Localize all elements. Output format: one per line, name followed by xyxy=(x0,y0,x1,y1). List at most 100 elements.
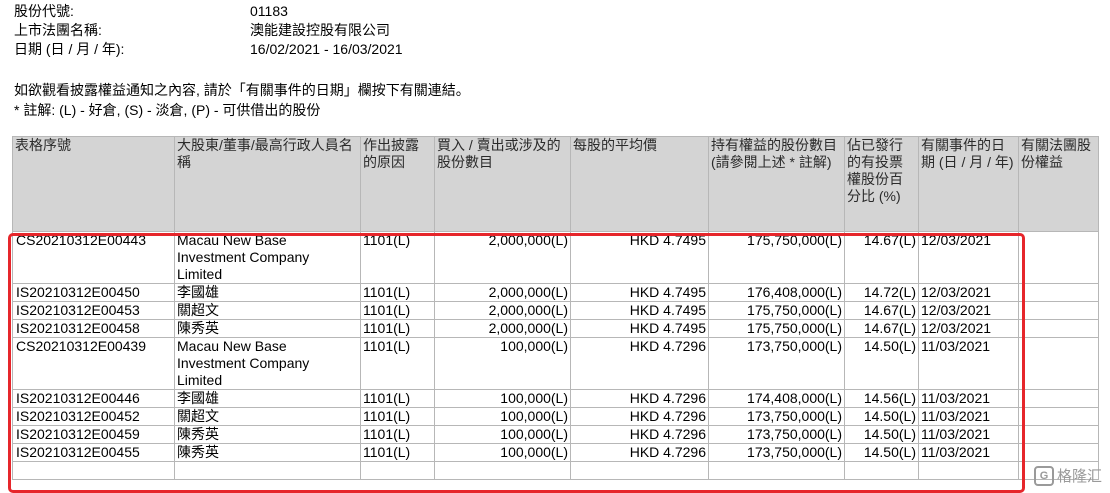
related-interest xyxy=(1018,319,1099,338)
average-price: HKD 4.7296 xyxy=(570,337,709,390)
event-date-link[interactable]: 11/03/2021 xyxy=(918,443,1019,462)
partial-cell xyxy=(844,461,919,480)
shares-involved: 2,000,000(L) xyxy=(434,231,571,284)
holder-name: 陳秀英 xyxy=(174,319,361,338)
header-related-interest: 有關法團股份權益 xyxy=(1018,136,1099,232)
average-price: HKD 4.7495 xyxy=(570,231,709,284)
holder-name: 李國雄 xyxy=(174,283,361,302)
holder-name: 關超文 xyxy=(174,301,361,320)
shares-held: 176,408,000(L) xyxy=(708,283,845,302)
reason-code: 1101(L) xyxy=(360,425,435,444)
table-row: IS20210312E00458 陳秀英 1101(L) 2,000,000(L… xyxy=(12,319,1099,338)
reason-code: 1101(L) xyxy=(360,389,435,408)
form-serial-link[interactable]: IS20210312E00452 xyxy=(12,407,175,426)
shares-held: 174,408,000(L) xyxy=(708,389,845,408)
average-price: HKD 4.7495 xyxy=(570,301,709,320)
header-reason: 作出披露的原因 xyxy=(360,136,435,232)
header-form-serial: 表格序號 xyxy=(12,136,175,232)
shares-held: 175,750,000(L) xyxy=(708,231,845,284)
company-value: 澳能建設控股有限公司 xyxy=(250,22,390,38)
form-serial-link[interactable]: CS20210312E00439 xyxy=(12,337,175,390)
partial-cell xyxy=(434,461,571,480)
reason-code: 1101(L) xyxy=(360,443,435,462)
average-price: HKD 4.7495 xyxy=(570,319,709,338)
watermark: G 格隆汇 xyxy=(1033,465,1102,486)
shares-involved: 100,000(L) xyxy=(434,425,571,444)
form-serial-link[interactable]: IS20210312E00450 xyxy=(12,283,175,302)
partial-cell xyxy=(918,461,1019,480)
related-interest xyxy=(1018,425,1099,444)
form-serial-link[interactable]: IS20210312E00455 xyxy=(12,443,175,462)
holder-name: Macau New Base Investment Company Limite… xyxy=(174,231,361,284)
event-date-link[interactable]: 12/03/2021 xyxy=(918,283,1019,302)
percentage: 14.50(L) xyxy=(844,407,919,426)
related-interest xyxy=(1018,301,1099,320)
average-price: HKD 4.7495 xyxy=(570,283,709,302)
percentage: 14.67(L) xyxy=(844,301,919,320)
percentage: 14.50(L) xyxy=(844,443,919,462)
related-interest xyxy=(1018,407,1099,426)
event-date-link[interactable]: 11/03/2021 xyxy=(918,337,1019,390)
header-shares-held: 持有權益的股份數目 (請參閱上述 * 註解) xyxy=(708,136,845,232)
partial-cell xyxy=(12,461,175,480)
event-date-link[interactable]: 12/03/2021 xyxy=(918,231,1019,284)
related-interest xyxy=(1018,283,1099,302)
form-serial-link[interactable]: IS20210312E00458 xyxy=(12,319,175,338)
partial-cell xyxy=(570,461,709,480)
shares-involved: 2,000,000(L) xyxy=(434,319,571,338)
form-serial-link[interactable]: IS20210312E00459 xyxy=(12,425,175,444)
event-date-link[interactable]: 11/03/2021 xyxy=(918,407,1019,426)
form-serial-link[interactable]: IS20210312E00446 xyxy=(12,389,175,408)
percentage: 14.67(L) xyxy=(844,319,919,338)
header-holder-name: 大股東/董事/最高行政人員名稱 xyxy=(174,136,361,232)
company-row: 上市法團名稱: 澳能建設控股有限公司 xyxy=(14,21,403,40)
event-date-link[interactable]: 12/03/2021 xyxy=(918,301,1019,320)
table-row: IS20210312E00455 陳秀英 1101(L) 100,000(L) … xyxy=(12,443,1099,462)
holder-name: 關超文 xyxy=(174,407,361,426)
related-interest xyxy=(1018,389,1099,408)
average-price: HKD 4.7296 xyxy=(570,407,709,426)
partial-cell xyxy=(708,461,845,480)
notice-line-instructions: 如欲觀看披露權益通知之內容, 請於「有關事件的日期」欄按下有關連結。 xyxy=(14,82,470,98)
shares-held: 173,750,000(L) xyxy=(708,407,845,426)
shares-involved: 100,000(L) xyxy=(434,443,571,462)
event-date-link[interactable]: 11/03/2021 xyxy=(918,389,1019,408)
event-date-link[interactable]: 12/03/2021 xyxy=(918,319,1019,338)
shares-held: 173,750,000(L) xyxy=(708,425,845,444)
form-serial-link[interactable]: CS20210312E00443 xyxy=(12,231,175,284)
holder-name: 陳秀英 xyxy=(174,443,361,462)
reason-code: 1101(L) xyxy=(360,319,435,338)
holder-name: 陳秀英 xyxy=(174,425,361,444)
percentage: 14.72(L) xyxy=(844,283,919,302)
percentage: 14.50(L) xyxy=(844,425,919,444)
header-percentage: 佔已發行的有投票權股份百分比 (%) xyxy=(844,136,919,232)
header-shares-involved: 買入 / 賣出或涉及的股份數目 xyxy=(434,136,571,232)
notice: 如欲觀看披露權益通知之內容, 請於「有關事件的日期」欄按下有關連結。 * 註解:… xyxy=(14,80,470,120)
shares-held: 175,750,000(L) xyxy=(708,301,845,320)
table-row: IS20210312E00450 李國雄 1101(L) 2,000,000(L… xyxy=(12,283,1099,302)
percentage: 14.50(L) xyxy=(844,337,919,390)
event-date-link[interactable]: 11/03/2021 xyxy=(918,425,1019,444)
shares-held: 173,750,000(L) xyxy=(708,443,845,462)
table-row-partial xyxy=(12,461,1099,480)
related-interest xyxy=(1018,337,1099,390)
header-average-price: 每股的平均價 xyxy=(570,136,709,232)
shares-involved: 100,000(L) xyxy=(434,407,571,426)
form-serial-link[interactable]: IS20210312E00453 xyxy=(12,301,175,320)
related-interest xyxy=(1018,443,1099,462)
date-range-value: 16/02/2021 - 16/03/2021 xyxy=(250,41,403,57)
table-row: CS20210312E00439 Macau New Base Investme… xyxy=(12,337,1099,390)
stock-code-label: 股份代號: xyxy=(14,3,74,19)
partial-cell xyxy=(360,461,435,480)
shares-held: 173,750,000(L) xyxy=(708,337,845,390)
shares-involved: 2,000,000(L) xyxy=(434,283,571,302)
average-price: HKD 4.7296 xyxy=(570,425,709,444)
reason-code: 1101(L) xyxy=(360,231,435,284)
holder-name: 李國雄 xyxy=(174,389,361,408)
company-label: 上市法團名稱: xyxy=(14,22,102,38)
table-row: IS20210312E00452 關超文 1101(L) 100,000(L) … xyxy=(12,407,1099,426)
table-row: IS20210312E00446 李國雄 1101(L) 100,000(L) … xyxy=(12,389,1099,408)
partial-cell xyxy=(174,461,361,480)
shares-involved: 100,000(L) xyxy=(434,337,571,390)
reason-code: 1101(L) xyxy=(360,301,435,320)
